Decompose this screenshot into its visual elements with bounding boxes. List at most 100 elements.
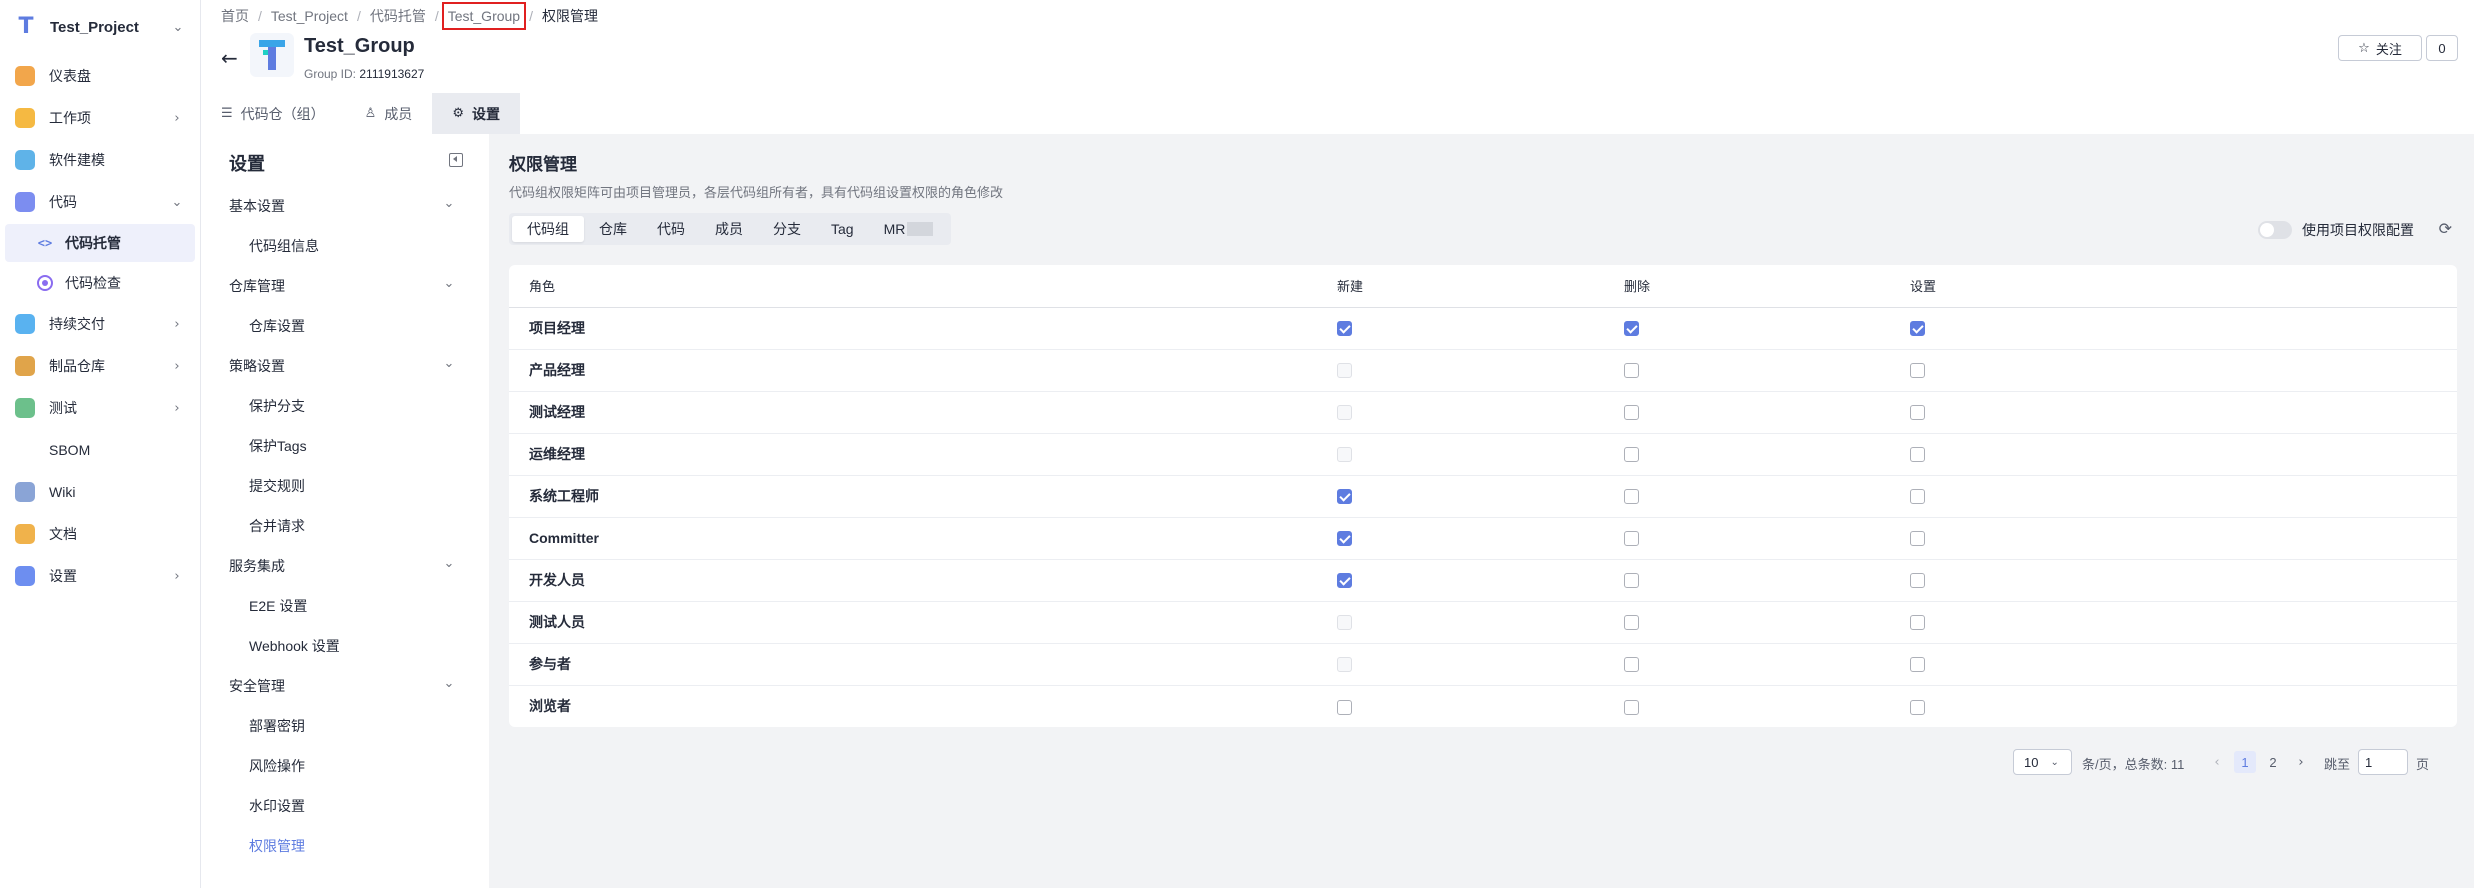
- nav-item-1[interactable]: 工作项 ›: [5, 98, 195, 138]
- settings-checkbox[interactable]: [1910, 363, 1925, 379]
- jump-page-input[interactable]: 1: [2358, 749, 2408, 775]
- nav-list: 仪表盘 工作项 › 软件建模 代码 ⌄ <> 代码托管 代码检查 持续交付 › 制品仓库 › 测试 › SBO…: [0, 56, 200, 596]
- nav-item-11[interactable]: 文档: [5, 514, 195, 554]
- project-name: Test_Project: [50, 18, 139, 36]
- role-name: 运维经理: [509, 433, 1329, 476]
- breadcrumb-item[interactable]: 首页: [221, 6, 249, 26]
- permission-tab-2[interactable]: 代码: [642, 216, 700, 242]
- delete-checkbox[interactable]: [1624, 363, 1639, 379]
- settings-checkbox[interactable]: [1910, 321, 1925, 337]
- settings-checkbox[interactable]: [1910, 405, 1925, 421]
- nav-item-9[interactable]: SBOM: [5, 430, 195, 470]
- settings-item[interactable]: 保护分支: [249, 396, 305, 416]
- nav-item-5[interactable]: 代码检查: [5, 264, 195, 302]
- settings-group-3[interactable]: 服务集成 ⌄: [229, 556, 457, 576]
- create-checkbox[interactable]: [1337, 321, 1352, 337]
- nav-item-4[interactable]: <> 代码托管: [5, 224, 195, 262]
- tab-2[interactable]: ⚙ 设置: [432, 93, 520, 134]
- settings-item[interactable]: 仓库设置: [249, 316, 305, 336]
- permission-tab-0[interactable]: 代码组: [512, 216, 584, 242]
- permission-tab-6[interactable]: MR: [869, 216, 949, 242]
- permission-cell: [1616, 601, 1902, 644]
- code-icon: [15, 192, 35, 212]
- settings-item[interactable]: E2E 设置: [249, 596, 307, 616]
- nav-item-12[interactable]: 设置 ›: [5, 556, 195, 596]
- collapse-panel-icon[interactable]: [449, 153, 463, 167]
- create-checkbox: [1337, 615, 1352, 631]
- nav-item-6[interactable]: 持续交付 ›: [5, 304, 195, 344]
- settings-checkbox[interactable]: [1910, 573, 1925, 589]
- breadcrumb-item[interactable]: Test_Group: [441, 2, 527, 30]
- settings-item[interactable]: 代码组信息: [249, 236, 319, 256]
- member-icon: ♙: [364, 106, 377, 121]
- nav-item-0[interactable]: 仪表盘: [5, 56, 195, 96]
- settings-group-2[interactable]: 策略设置 ⌄: [229, 356, 457, 376]
- settings-checkbox[interactable]: [1910, 657, 1925, 673]
- settings-item[interactable]: 部署密钥: [249, 716, 305, 736]
- settings-item[interactable]: Webhook 设置: [249, 636, 340, 656]
- settings-checkbox[interactable]: [1910, 615, 1925, 631]
- delete-checkbox[interactable]: [1624, 615, 1639, 631]
- nav-item-3[interactable]: 代码 ⌄: [5, 182, 195, 222]
- nav-item-10[interactable]: Wiki: [5, 472, 195, 512]
- permission-cell: [1616, 559, 1902, 602]
- settings-item[interactable]: 水印设置: [249, 796, 305, 816]
- permission-cell: [1902, 685, 2457, 727]
- delete-checkbox[interactable]: [1624, 321, 1639, 337]
- settings-checkbox[interactable]: [1910, 699, 1925, 715]
- permission-tab-4[interactable]: 分支: [758, 216, 816, 242]
- settings-item[interactable]: 保护Tags: [249, 436, 307, 456]
- breadcrumb-separator: /: [356, 8, 361, 24]
- chevron-down-icon: ⌄: [171, 194, 183, 210]
- settings-checkbox[interactable]: [1910, 531, 1925, 547]
- delete-checkbox[interactable]: [1624, 573, 1639, 589]
- tab-1[interactable]: ♙ 成员: [345, 93, 433, 134]
- settings-group-1[interactable]: 仓库管理 ⌄: [229, 276, 457, 296]
- settings-checkbox[interactable]: [1910, 489, 1925, 505]
- nav-item-2[interactable]: 软件建模: [5, 140, 195, 180]
- permission-tab-1[interactable]: 仓库: [584, 216, 642, 242]
- project-switcher[interactable]: T Test_Project ⌄: [0, 0, 200, 54]
- nav-item-label: 代码托管: [65, 235, 121, 251]
- follow-button[interactable]: ☆ 关注: [2338, 35, 2422, 61]
- nav-item-label: Wiki: [49, 484, 76, 500]
- permission-cell: [1616, 643, 1902, 686]
- delete-checkbox[interactable]: [1624, 405, 1639, 421]
- settings-item[interactable]: 合并请求: [249, 516, 305, 536]
- role-name: 浏览者: [529, 698, 571, 715]
- page-number[interactable]: 2: [2262, 751, 2284, 773]
- delete-checkbox[interactable]: [1624, 657, 1639, 673]
- settings-group-4[interactable]: 安全管理 ⌄: [229, 676, 457, 696]
- settings-item[interactable]: 风险操作: [249, 756, 305, 776]
- create-checkbox: [1337, 447, 1352, 463]
- nav-item-8[interactable]: 测试 ›: [5, 388, 195, 428]
- permission-table: 角色 新建 删除 设置 项目经理 产品经理 测试经理 运维经理 系统工程师 Committ…: [509, 265, 2457, 727]
- delete-checkbox[interactable]: [1624, 699, 1639, 715]
- settings-item[interactable]: 权限管理: [249, 836, 305, 856]
- delete-checkbox[interactable]: [1624, 531, 1639, 547]
- delete-checkbox[interactable]: [1624, 489, 1639, 505]
- permission-tab-5[interactable]: Tag: [816, 216, 869, 242]
- create-checkbox[interactable]: [1337, 531, 1352, 547]
- nav-item-7[interactable]: 制品仓库 ›: [5, 346, 195, 386]
- breadcrumb-item[interactable]: 代码托管: [370, 6, 426, 26]
- page-number[interactable]: 1: [2234, 751, 2256, 773]
- settings-checkbox[interactable]: [1910, 447, 1925, 463]
- project-permission-toggle[interactable]: 使用项目权限配置: [2258, 220, 2414, 240]
- create-checkbox[interactable]: [1337, 699, 1352, 715]
- create-checkbox[interactable]: [1337, 573, 1352, 589]
- settings-group-0[interactable]: 基本设置 ⌄: [229, 196, 457, 216]
- delete-checkbox[interactable]: [1624, 447, 1639, 463]
- chevron-down-icon: ⌄: [443, 556, 455, 571]
- permission-tab-3[interactable]: 成员: [700, 216, 758, 242]
- breadcrumb-item[interactable]: Test_Project: [271, 8, 348, 24]
- create-checkbox[interactable]: [1337, 489, 1352, 505]
- back-arrow-icon[interactable]: ←: [221, 46, 238, 70]
- refresh-icon[interactable]: ⟳: [2439, 219, 2452, 238]
- settings-item[interactable]: 提交规则: [249, 476, 305, 496]
- next-page-icon[interactable]: ›: [2290, 751, 2312, 773]
- page-size-select[interactable]: 10 ⌄: [2013, 749, 2072, 775]
- toggle-switch[interactable]: [2258, 221, 2292, 239]
- prev-page-icon[interactable]: ‹: [2206, 751, 2228, 773]
- tab-0[interactable]: ☰ 代码仓（组）: [201, 93, 345, 134]
